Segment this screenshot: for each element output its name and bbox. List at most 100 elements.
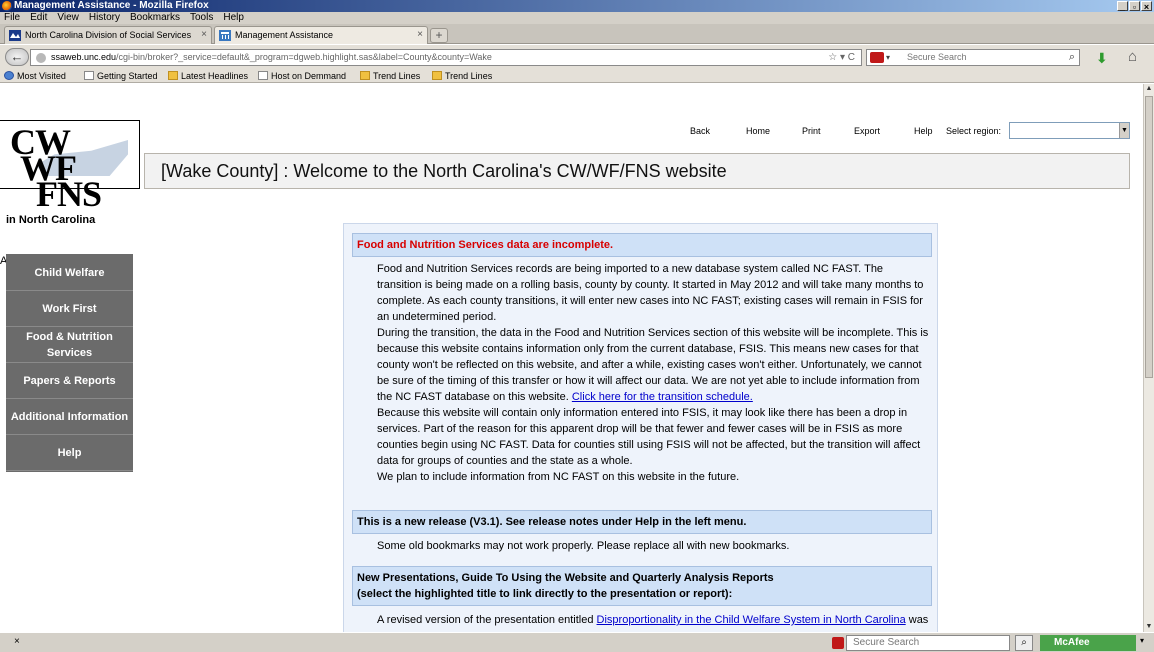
firefox-icon <box>2 1 12 11</box>
address-bar[interactable]: ssaweb.unc.edu/cgi-bin/broker?_service=d… <box>30 49 862 66</box>
tab-close-icon[interactable]: × <box>201 27 207 43</box>
presentations-heading-line2: (select the highlighted title to link di… <box>357 588 733 600</box>
search-icon[interactable]: ⌕ <box>1069 50 1075 65</box>
side-menu-additional-info[interactable]: Additional Information <box>6 399 133 435</box>
site-logo[interactable]: CW WF FNS in North Carolina <box>6 124 130 234</box>
close-window-button[interactable]: × <box>1141 1 1152 12</box>
status-search-input[interactable]: Secure Search <box>846 635 1010 651</box>
bookmark-latest-headlines[interactable]: Latest Headlines <box>168 69 248 83</box>
notice-p5: Some old bookmarks may not work properly… <box>377 540 790 552</box>
logo-fns: FNS <box>36 174 102 214</box>
window-title: Management Assistance - Mozilla Firefox <box>14 0 209 11</box>
page-content: CW WF FNS in North Carolina A Child Welf… <box>0 84 1143 632</box>
menu-bookmarks[interactable]: Bookmarks <box>130 12 180 24</box>
url-host: ssaweb.unc.edu <box>51 52 117 62</box>
close-addon-bar-icon[interactable]: × <box>14 636 20 647</box>
nav-back-link[interactable]: Back <box>690 122 710 140</box>
scroll-thumb[interactable] <box>1145 96 1153 378</box>
status-bar: × Secure Search ⌕ McAfee ▾ <box>0 632 1154 652</box>
search-box[interactable]: ▾ Secure Search ⌕ <box>866 49 1080 66</box>
nav-export-link[interactable]: Export <box>854 122 880 140</box>
side-menu-papers-reports[interactable]: Papers & Reports <box>6 363 133 399</box>
page-title: [Wake County] : Welcome to the North Car… <box>144 153 1130 189</box>
menu-file[interactable]: File <box>4 12 20 24</box>
vertical-scrollbar[interactable]: ▲ ▼ <box>1143 84 1154 632</box>
mcafee-button[interactable]: McAfee <box>1040 635 1136 651</box>
region-select[interactable]: ▼ <box>1009 122 1130 139</box>
window-controls: _ ▫ × <box>1117 1 1152 12</box>
nav-home-link[interactable]: Home <box>746 122 770 140</box>
notice-paragraph: Food and Nutrition Services records are … <box>377 261 929 485</box>
tab-nc-dss[interactable]: North Carolina Division of Social Servic… <box>4 26 212 44</box>
folder-icon <box>360 71 370 80</box>
maximize-button[interactable]: ▫ <box>1129 1 1140 12</box>
search-engine-shield-icon[interactable] <box>870 52 884 63</box>
side-menu-work-first[interactable]: Work First <box>6 291 133 327</box>
new-tab-button[interactable]: + <box>430 28 448 43</box>
chevron-down-icon[interactable]: ▼ <box>1119 123 1129 138</box>
notice-p3: Because this website will contain only i… <box>377 407 921 467</box>
bookmark-star-reload-icons[interactable]: ☆ ▾ C <box>828 50 855 65</box>
ncdss-favicon-icon <box>9 30 21 41</box>
navigation-toolbar: ← ssaweb.unc.edu/cgi-bin/broker?_service… <box>0 45 1154 69</box>
region-label: Select region: <box>946 126 1002 136</box>
folder-icon <box>168 71 178 80</box>
home-icon[interactable]: ⌂ <box>1128 48 1137 65</box>
bookmark-label: Trend Lines <box>445 71 493 81</box>
notice-p1: Food and Nutrition Services records are … <box>377 263 924 323</box>
most-visited-icon <box>4 71 14 80</box>
url-path: /cgi-bin/broker?_service=default&_progra… <box>116 52 492 62</box>
scroll-down-icon[interactable]: ▼ <box>1144 622 1154 632</box>
bookmark-label: Getting Started <box>97 71 158 81</box>
notice-heading-release: This is a new release (V3.1). See releas… <box>352 510 932 534</box>
transition-schedule-link[interactable]: Click here for the transition schedule. <box>572 391 753 403</box>
bookmark-trend-lines-1[interactable]: Trend Lines <box>360 69 420 83</box>
tab-strip: North Carolina Division of Social Servic… <box>0 24 1154 44</box>
notice-p2: During the transition, the data in the F… <box>377 325 929 405</box>
folder-icon <box>432 71 442 80</box>
side-menu-food-nutrition[interactable]: Food & Nutrition Services <box>6 327 133 363</box>
search-placeholder: Secure Search <box>907 52 967 62</box>
nav-print-link[interactable]: Print <box>802 122 821 140</box>
bookmark-most-visited[interactable]: Most Visited <box>4 69 66 83</box>
notice-p4: We plan to include information from NC F… <box>377 471 740 483</box>
nav-help-link[interactable]: Help <box>914 122 933 140</box>
minimize-button[interactable]: _ <box>1117 1 1128 12</box>
menu-history[interactable]: History <box>89 12 120 24</box>
tab-close-icon[interactable]: × <box>417 27 423 43</box>
bookmark-getting-started[interactable]: Getting Started <box>84 69 158 83</box>
menu-edit[interactable]: Edit <box>30 12 47 24</box>
notice-p6-tail: was <box>905 614 929 626</box>
tab-management-assistance[interactable]: Management Assistance × <box>214 26 428 44</box>
download-icon[interactable]: ⬇ <box>1096 50 1108 67</box>
notice-p6-text: A revised version of the presentation en… <box>377 614 597 626</box>
disproportionality-link[interactable]: Disproportionality in the Child Welfare … <box>597 614 906 626</box>
notice-heading-fns: Food and Nutrition Services data are inc… <box>352 233 932 257</box>
side-menu-child-welfare[interactable]: Child Welfare <box>6 255 133 291</box>
tab-label: Management Assistance <box>235 30 334 40</box>
bookmark-label: Most Visited <box>17 71 66 81</box>
mcafee-caret-icon[interactable]: ▾ <box>1140 636 1144 645</box>
tab-label: North Carolina Division of Social Servic… <box>25 30 192 40</box>
side-menu-help[interactable]: Help <box>6 435 133 471</box>
menu-view[interactable]: View <box>57 12 79 24</box>
status-search-icon[interactable]: ⌕ <box>1015 635 1033 651</box>
page-icon <box>84 71 94 80</box>
security-shield-icon[interactable] <box>832 637 844 649</box>
presentations-heading-line1: New Presentations, Guide To Using the We… <box>357 572 774 584</box>
scroll-up-icon[interactable]: ▲ <box>1144 84 1154 94</box>
search-engine-caret-icon[interactable]: ▾ <box>886 50 890 65</box>
menu-bar: File Edit View History Bookmarks Tools H… <box>0 12 1154 24</box>
unc-favicon-icon <box>219 30 231 41</box>
top-nav: Back Home Print Export Help Select regio… <box>688 122 1138 140</box>
site-identity-icon[interactable] <box>36 53 46 63</box>
menu-help[interactable]: Help <box>223 12 244 24</box>
bookmark-host-on-demmand[interactable]: Host on Demmand <box>258 69 346 83</box>
back-button[interactable]: ← <box>5 48 29 66</box>
bookmark-trend-lines-2[interactable]: Trend Lines <box>432 69 492 83</box>
page-icon <box>258 71 268 80</box>
notice-p6: A revised version of the presentation en… <box>377 612 929 628</box>
notice-box: Food and Nutrition Services data are inc… <box>343 223 938 632</box>
menu-tools[interactable]: Tools <box>190 12 213 24</box>
bookmark-label: Latest Headlines <box>181 71 249 81</box>
